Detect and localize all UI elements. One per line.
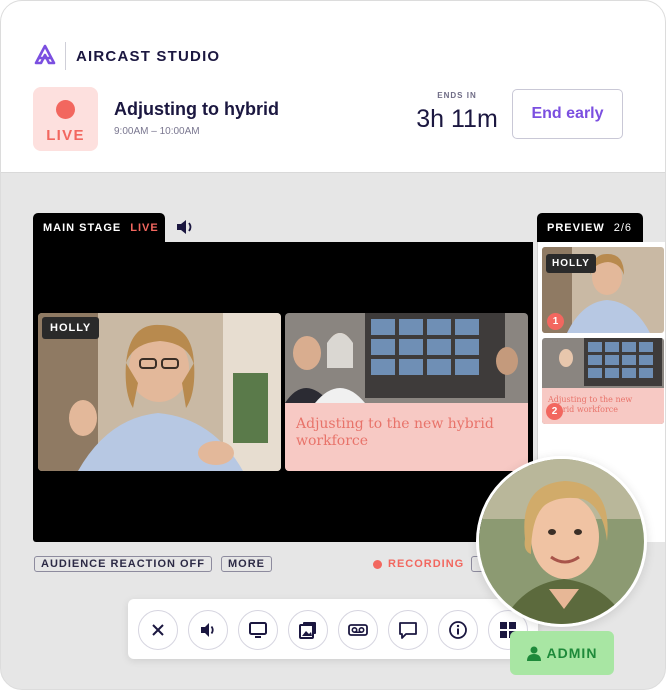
session-title: Adjusting to hybrid (114, 99, 279, 119)
recording-indicator: RECORDING (373, 558, 464, 570)
aircast-logo-icon (34, 44, 56, 65)
info-button[interactable] (438, 610, 478, 650)
preview-slide-text: Adjusting to the new hybrid workforce (548, 395, 633, 414)
admin-role-badge: ADMIN (510, 631, 614, 675)
ends-in-label: ENDS IN (437, 91, 477, 100)
recording-dot-icon (373, 559, 382, 569)
voicemail-icon (348, 624, 368, 636)
self-video-avatar[interactable] (476, 456, 647, 627)
user-icon (526, 646, 541, 661)
preview-count: 2/6 (613, 222, 633, 234)
slide-text: Adjusting to the new hybrid workforce (296, 416, 494, 449)
more-button[interactable]: MORE (221, 556, 272, 572)
speaker-name-tag: HOLLY (42, 317, 100, 339)
main-stage-label: MAIN STAGE (43, 222, 122, 234)
tab-preview[interactable]: PREVIEW 2/6 (537, 213, 643, 243)
close-button[interactable] (138, 610, 178, 650)
brand-name: AIRCAST STUDIO (76, 47, 221, 65)
recording-button[interactable] (338, 610, 378, 650)
preview-speaker-name-tag: HOLLY (546, 254, 596, 273)
speaker-icon[interactable] (175, 218, 197, 236)
recording-label: RECORDING (388, 558, 465, 570)
brand-divider (65, 42, 66, 70)
media-button[interactable] (288, 610, 328, 650)
brand: AIRCAST STUDIO (33, 41, 220, 71)
presentation-slide[interactable]: Adjusting to the new hybrid workforce (285, 313, 528, 471)
chat-icon (399, 622, 417, 639)
media-icon (299, 622, 316, 639)
preview-item[interactable]: Adjusting to the new hybrid workforce 2 (542, 338, 664, 424)
chat-button[interactable] (388, 610, 428, 650)
speaker-icon (201, 623, 214, 637)
preview-label: PREVIEW (547, 222, 605, 234)
speaker-video[interactable]: HOLLY (38, 313, 281, 471)
slide-caption-box: Adjusting to the new hybrid workforce (285, 403, 528, 471)
screen-share-icon (249, 622, 267, 638)
info-icon (449, 621, 467, 639)
preview-number-badge: 2 (546, 403, 563, 420)
main-stage-live-label: LIVE (130, 222, 159, 234)
self-video-image (479, 459, 644, 624)
audience-reaction-toggle[interactable]: AUDIENCE REACTION OFF (34, 556, 212, 572)
live-badge: LIVE (33, 87, 98, 151)
app-window: AIRCAST STUDIO LIVE Adjusting to hybrid … (0, 0, 666, 690)
tab-main-stage[interactable]: MAIN STAGE LIVE (33, 213, 165, 243)
header: AIRCAST STUDIO LIVE Adjusting to hybrid … (1, 1, 665, 173)
screen-share-button[interactable] (238, 610, 278, 650)
session-time: 9:00AM – 10:00AM (114, 126, 200, 137)
audio-button[interactable] (188, 610, 228, 650)
end-early-button[interactable]: End early (512, 89, 623, 139)
live-badge-label: LIVE (46, 127, 85, 144)
close-icon (152, 624, 164, 636)
ends-in-value: 3h 11m (416, 105, 498, 133)
preview-item[interactable]: HOLLY 1 (542, 247, 664, 333)
preview-number-badge: 1 (547, 313, 564, 330)
admin-role-label: ADMIN (546, 645, 598, 661)
live-dot-icon (56, 100, 75, 119)
